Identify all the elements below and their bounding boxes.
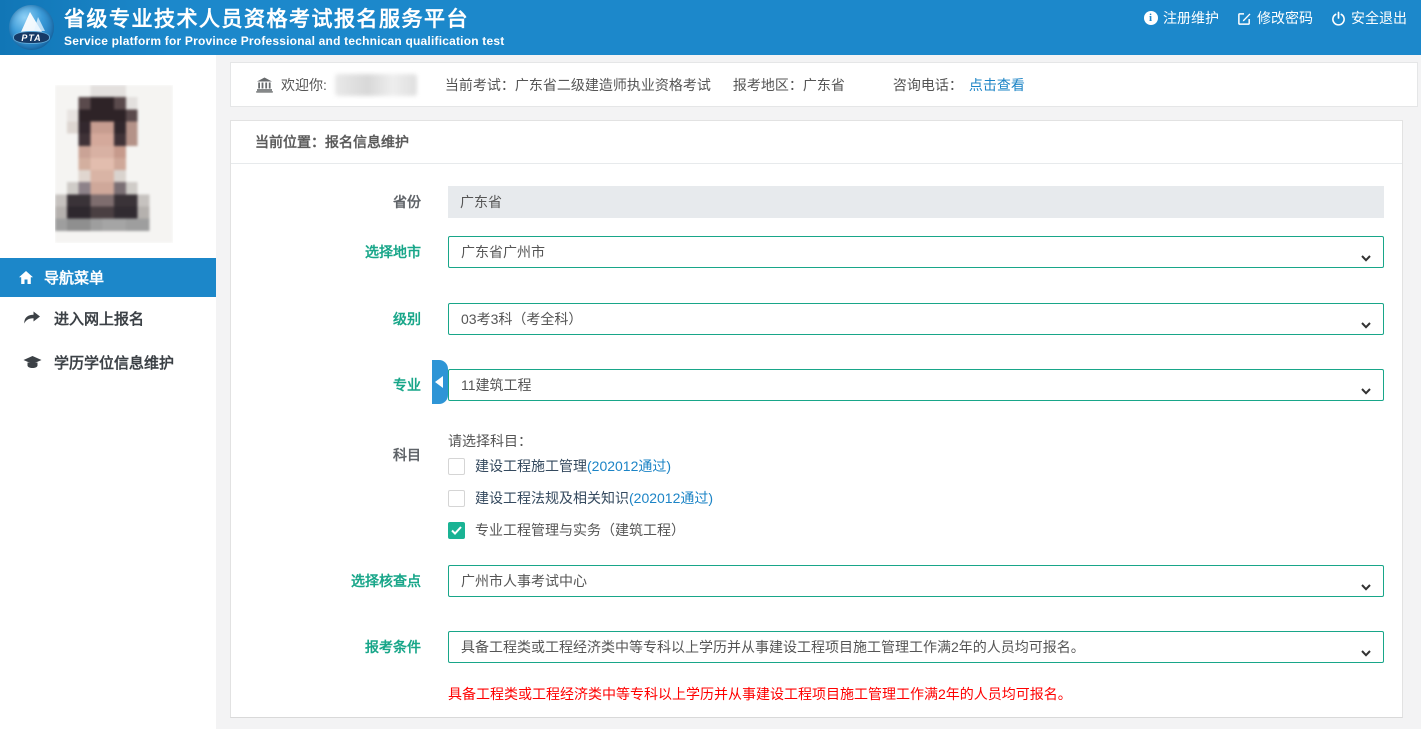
graduation-cap-icon [22, 355, 42, 370]
subject-name: 专业工程管理与实务（建筑工程） [475, 520, 685, 540]
logout-label: 安全退出 [1351, 8, 1407, 28]
checkbox-checked[interactable] [448, 522, 465, 539]
app-title: 省级专业技术人员资格考试报名服务平台 [64, 7, 504, 33]
province-label: 省份 [246, 186, 421, 218]
level-label: 级别 [246, 303, 421, 335]
checkbox-unchecked[interactable] [448, 490, 465, 507]
share-arrow-icon [22, 311, 42, 326]
nav-menu-title: 导航菜单 [44, 267, 104, 288]
chevron-down-icon [1359, 378, 1373, 401]
greeting-label: 欢迎你: [281, 75, 327, 95]
city-label: 选择地市 [246, 236, 421, 268]
level-select-value: 03考3科（考全科） [461, 311, 582, 327]
level-select[interactable]: 03考3科（考全科） [448, 303, 1384, 335]
change-password-link[interactable]: 修改密码 [1237, 8, 1313, 28]
home-icon [18, 270, 34, 285]
major-select-value: 11建筑工程 [461, 377, 532, 393]
sidebar: 导航菜单 进入网上报名 学历学位信息维护 [0, 55, 216, 729]
subjects-label: 科目 [246, 445, 421, 465]
main-content: 欢迎你: 当前考试：广东省二级建造师执业资格考试 报考地区：广东省 咨询电话：点… [216, 55, 1421, 729]
phone-label: 咨询电话： [893, 77, 963, 93]
checkpoint-select-value: 广州市人事考试中心 [461, 573, 587, 589]
exam-label: 当前考试： [445, 77, 515, 93]
subject-passed-tag[interactable]: (202012通过) [587, 456, 671, 476]
app-subtitle: Service platform for Province Profession… [64, 34, 504, 48]
subject-name: 建设工程法规及相关知识 [475, 488, 629, 508]
chevron-down-icon [1359, 640, 1373, 663]
region-label: 报考地区： [733, 77, 803, 93]
checkpoint-select[interactable]: 广州市人事考试中心 [448, 565, 1384, 597]
subject-passed-tag[interactable]: (202012通过) [629, 488, 713, 508]
user-photo [55, 85, 173, 243]
info-icon: i [1143, 11, 1158, 26]
sidebar-item-enter-registration[interactable]: 进入网上报名 [0, 305, 216, 331]
city-select[interactable]: 广东省广州市 [448, 236, 1384, 268]
subject-name: 建设工程施工管理 [475, 456, 587, 476]
logout-link[interactable]: 安全退出 [1331, 8, 1407, 28]
sidebar-item-label: 进入网上报名 [54, 308, 144, 329]
register-maintain-label: 注册维护 [1163, 8, 1219, 28]
checkbox-unchecked[interactable] [448, 458, 465, 475]
current-exam: 当前考试：广东省二级建造师执业资格考试 [445, 75, 711, 95]
welcome-bar: 欢迎你: 当前考试：广东省二级建造师执业资格考试 报考地区：广东省 咨询电话： 点… [230, 62, 1418, 107]
region-value: 广东省 [803, 77, 845, 93]
registration-form-panel: 当前位置：报名信息维护 省份 广东省 选择地市 广东省广州市 级别 03考3 [230, 120, 1403, 718]
subjects-hint: 请选择科目： [448, 431, 1384, 451]
logo-text: PTA [13, 31, 50, 44]
bank-icon [256, 77, 273, 93]
subject-option-practice-architecture[interactable]: 专业工程管理与实务（建筑工程） [448, 521, 685, 539]
province-input: 广东省 [448, 186, 1384, 218]
nav-menu-header: 导航菜单 [0, 258, 216, 297]
sidebar-collapse-handle[interactable] [432, 360, 448, 404]
major-select[interactable]: 11建筑工程 [448, 369, 1384, 401]
view-phone-link[interactable]: 点击查看 [969, 77, 1025, 93]
change-password-label: 修改密码 [1257, 8, 1313, 28]
register-maintain-link[interactable]: i 注册维护 [1143, 8, 1219, 28]
subject-option-construction-management[interactable]: 建设工程施工管理(202012通过) [448, 457, 671, 475]
user-name-redacted [335, 74, 417, 96]
condition-select-value: 具备工程类或工程经济类中等专科以上学历并从事建设工程项目施工管理工作满2年的人员… [461, 639, 1085, 655]
edit-icon [1237, 11, 1252, 26]
consult-phone: 咨询电话： 点击查看 [893, 75, 1025, 95]
chevron-down-icon [1359, 574, 1373, 597]
exam-region: 报考地区：广东省 [733, 75, 845, 95]
chevron-down-icon [1359, 312, 1373, 335]
subject-option-laws-regulations[interactable]: 建设工程法规及相关知识(202012通过) [448, 489, 713, 507]
sidebar-item-label: 学历学位信息维护 [54, 352, 174, 373]
breadcrumb: 当前位置：报名信息维护 [231, 121, 1402, 164]
pta-logo: PTA [9, 5, 54, 50]
sidebar-item-education-info[interactable]: 学历学位信息维护 [0, 349, 216, 375]
condition-note: 具备工程类或工程经济类中等专科以上学历并从事建设工程项目施工管理工作满2年的人员… [448, 685, 1384, 703]
app-header: PTA 省级专业技术人员资格考试报名服务平台 Service platform … [0, 0, 1421, 55]
exam-value: 广东省二级建造师执业资格考试 [515, 77, 711, 93]
logo-sail-icon [34, 17, 45, 31]
condition-label: 报考条件 [246, 631, 421, 663]
condition-select[interactable]: 具备工程类或工程经济类中等专科以上学历并从事建设工程项目施工管理工作满2年的人员… [448, 631, 1384, 663]
city-select-value: 广东省广州市 [461, 244, 545, 260]
chevron-down-icon [1359, 245, 1373, 268]
power-icon [1331, 11, 1346, 26]
header-actions: i 注册维护 修改密码 安全退出 [1143, 0, 1407, 36]
checkpoint-label: 选择核查点 [246, 565, 421, 597]
major-label: 专业 [246, 369, 421, 401]
